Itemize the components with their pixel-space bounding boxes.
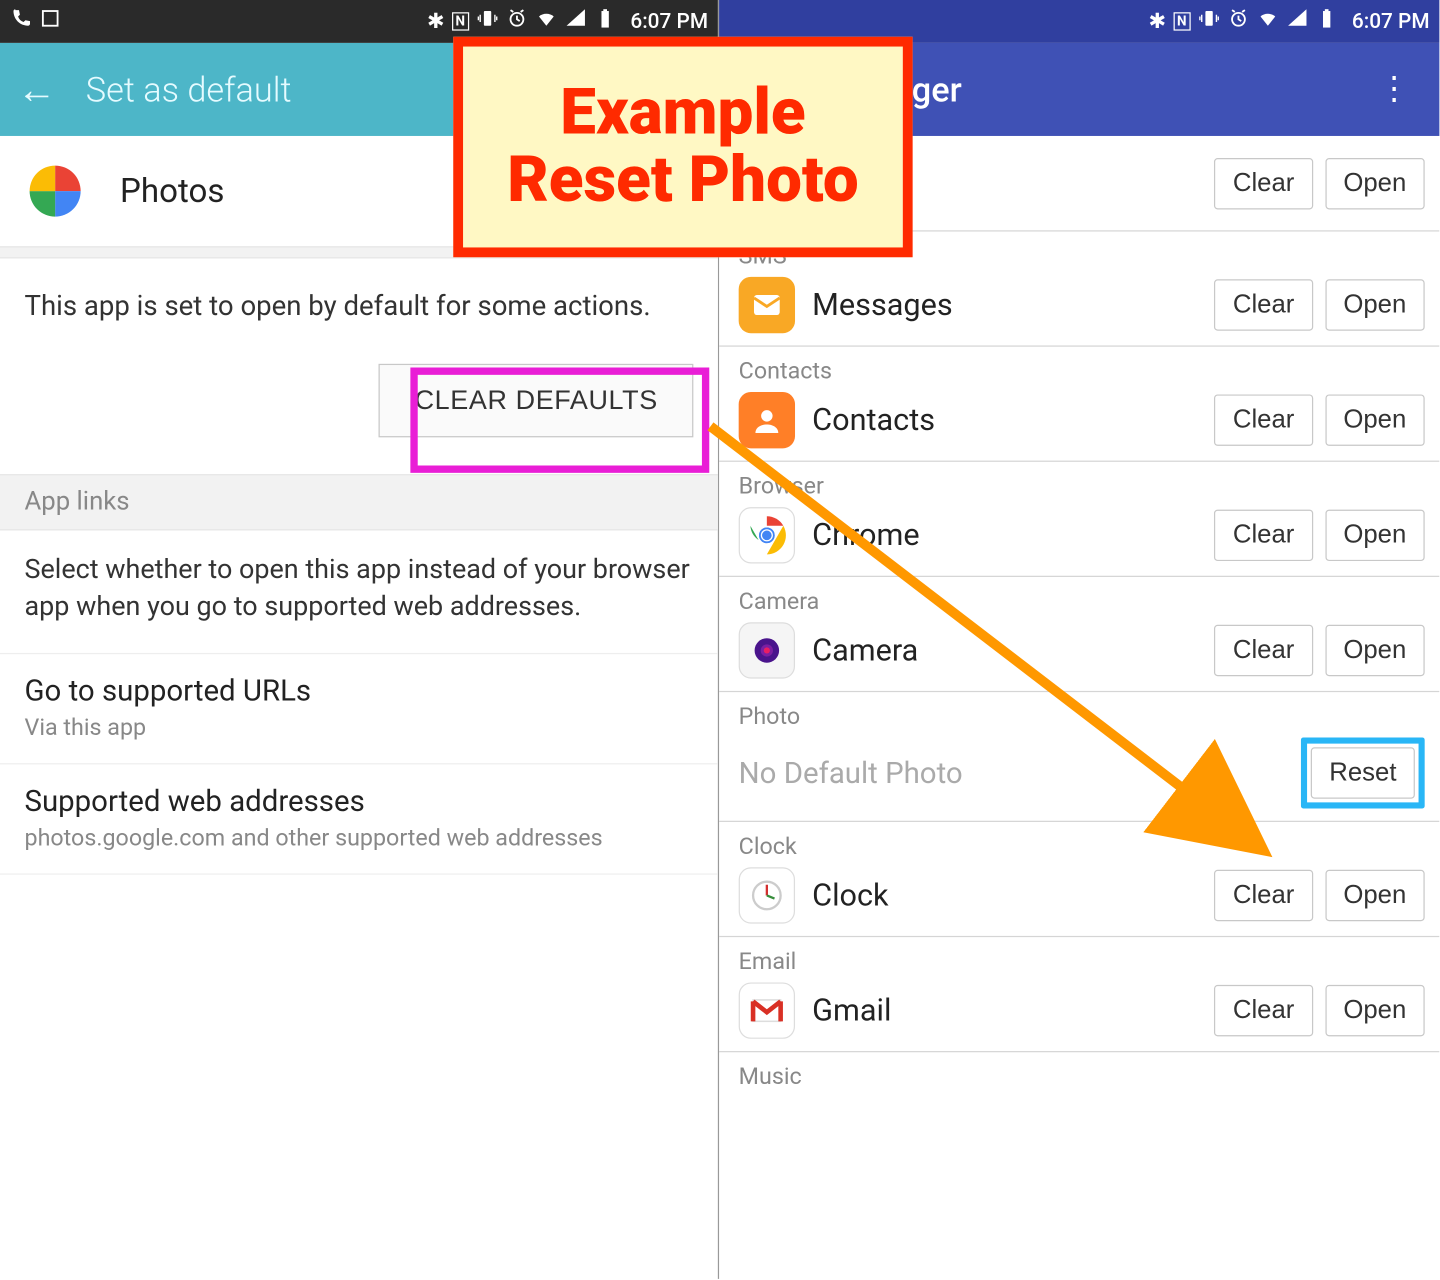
open-button[interactable]: Open [1325, 394, 1425, 445]
bluetooth-icon: ✱ [1149, 9, 1166, 34]
clear-button[interactable]: Clear [1215, 394, 1313, 445]
category-label: Camera [739, 587, 1425, 615]
gmail-app-icon [739, 982, 795, 1038]
nfc-icon: N [1173, 12, 1190, 30]
list-item-contacts: Contacts Contacts Clear Open [719, 347, 1439, 462]
clear-button[interactable]: Clear [1215, 157, 1313, 208]
app-links-header: App links [0, 475, 718, 531]
category-label: Browser [739, 472, 1425, 500]
annotation-line-2: Reset Photo [507, 147, 858, 214]
status-time: 6:07 PM [630, 9, 708, 34]
back-icon[interactable]: ← [17, 66, 56, 113]
app-name: Photos [120, 172, 224, 211]
list-item-photo: Photo No Default Photo Reset [719, 692, 1439, 822]
no-default-placeholder: No Default Photo [739, 746, 1284, 800]
vibrate-icon [476, 7, 498, 35]
list-item-music: Music [719, 1052, 1439, 1110]
chrome-app-icon [739, 507, 795, 563]
alarm-icon [1227, 7, 1249, 35]
app-manager-list[interactable]: Clear Open SMS Messages Clear Open [719, 136, 1439, 1279]
annotation-callout: Example Reset Photo [453, 37, 912, 258]
app-name: Messages [812, 287, 1197, 323]
clear-button[interactable]: Clear [1215, 985, 1313, 1036]
photos-app-icon [25, 160, 86, 221]
app-links-description: Select whether to open this app instead … [0, 531, 718, 654]
battery-icon [1315, 7, 1337, 35]
row-subtitle: Via this app [25, 713, 694, 741]
annotation-line-1: Example [507, 80, 858, 147]
battery-icon [594, 7, 616, 35]
app-name: Gmail [812, 993, 1197, 1029]
open-button[interactable]: Open [1325, 279, 1425, 330]
supported-urls-row[interactable]: Go to supported URLs Via this app [0, 654, 718, 764]
clock-app-icon [739, 867, 795, 923]
row-title: Supported web addresses [25, 784, 694, 818]
app-name: Chrome [812, 518, 1197, 554]
signal-icon [564, 7, 586, 35]
clear-button[interactable]: Clear [1215, 625, 1313, 676]
open-button[interactable]: Open [1325, 157, 1425, 208]
screenshot-icon [39, 7, 61, 35]
app-name: Camera [812, 633, 1197, 669]
list-item-browser: Browser Chrome Clear Open [719, 462, 1439, 577]
wifi-icon [535, 7, 557, 35]
list-item-clock: Clock Clock Clear Open [719, 822, 1439, 937]
reset-button[interactable]: Reset [1311, 747, 1415, 798]
row-subtitle: photos.google.com and other supported we… [25, 823, 694, 851]
messages-app-icon [739, 277, 795, 333]
signal-icon [1286, 7, 1308, 35]
screen-title: Set as default [86, 69, 292, 109]
wifi-calling-icon [10, 7, 32, 35]
category-label: Email [739, 947, 1425, 975]
app-name: Contacts [812, 402, 1197, 438]
open-button[interactable]: Open [1325, 985, 1425, 1036]
category-label: Clock [739, 832, 1425, 860]
category-label: Contacts [739, 356, 1425, 384]
nfc-icon: N [452, 12, 469, 30]
camera-app-icon [739, 622, 795, 678]
open-button[interactable]: Open [1325, 625, 1425, 676]
open-button[interactable]: Open [1325, 870, 1425, 921]
open-button[interactable]: Open [1325, 510, 1425, 561]
alarm-icon [505, 7, 527, 35]
bluetooth-icon: ✱ [427, 9, 444, 34]
row-title: Go to supported URLs [25, 673, 694, 707]
list-item-email: Email Gmail Clear Open [719, 937, 1439, 1052]
default-description: This app is set to open by default for s… [25, 288, 694, 325]
wifi-icon [1256, 7, 1278, 35]
category-label: Photo [739, 702, 1425, 730]
list-item-camera: Camera Camera Clear Open [719, 577, 1439, 692]
overflow-menu-icon[interactable]: ⋮ [1366, 71, 1422, 108]
clear-button[interactable]: Clear [1215, 510, 1313, 561]
app-name: Clock [812, 878, 1197, 914]
clear-button[interactable]: Clear [1215, 870, 1313, 921]
clear-defaults-button[interactable]: CLEAR DEFAULTS [379, 364, 693, 438]
default-description-block: This app is set to open by default for s… [0, 258, 718, 474]
vibrate-icon [1198, 7, 1220, 35]
status-time: 6:07 PM [1352, 9, 1430, 34]
category-label: Music [739, 1062, 1425, 1090]
contacts-app-icon [739, 392, 795, 448]
reset-highlight: Reset [1301, 737, 1425, 808]
clear-button[interactable]: Clear [1215, 279, 1313, 330]
supported-addresses-row[interactable]: Supported web addresses photos.google.co… [0, 764, 718, 874]
